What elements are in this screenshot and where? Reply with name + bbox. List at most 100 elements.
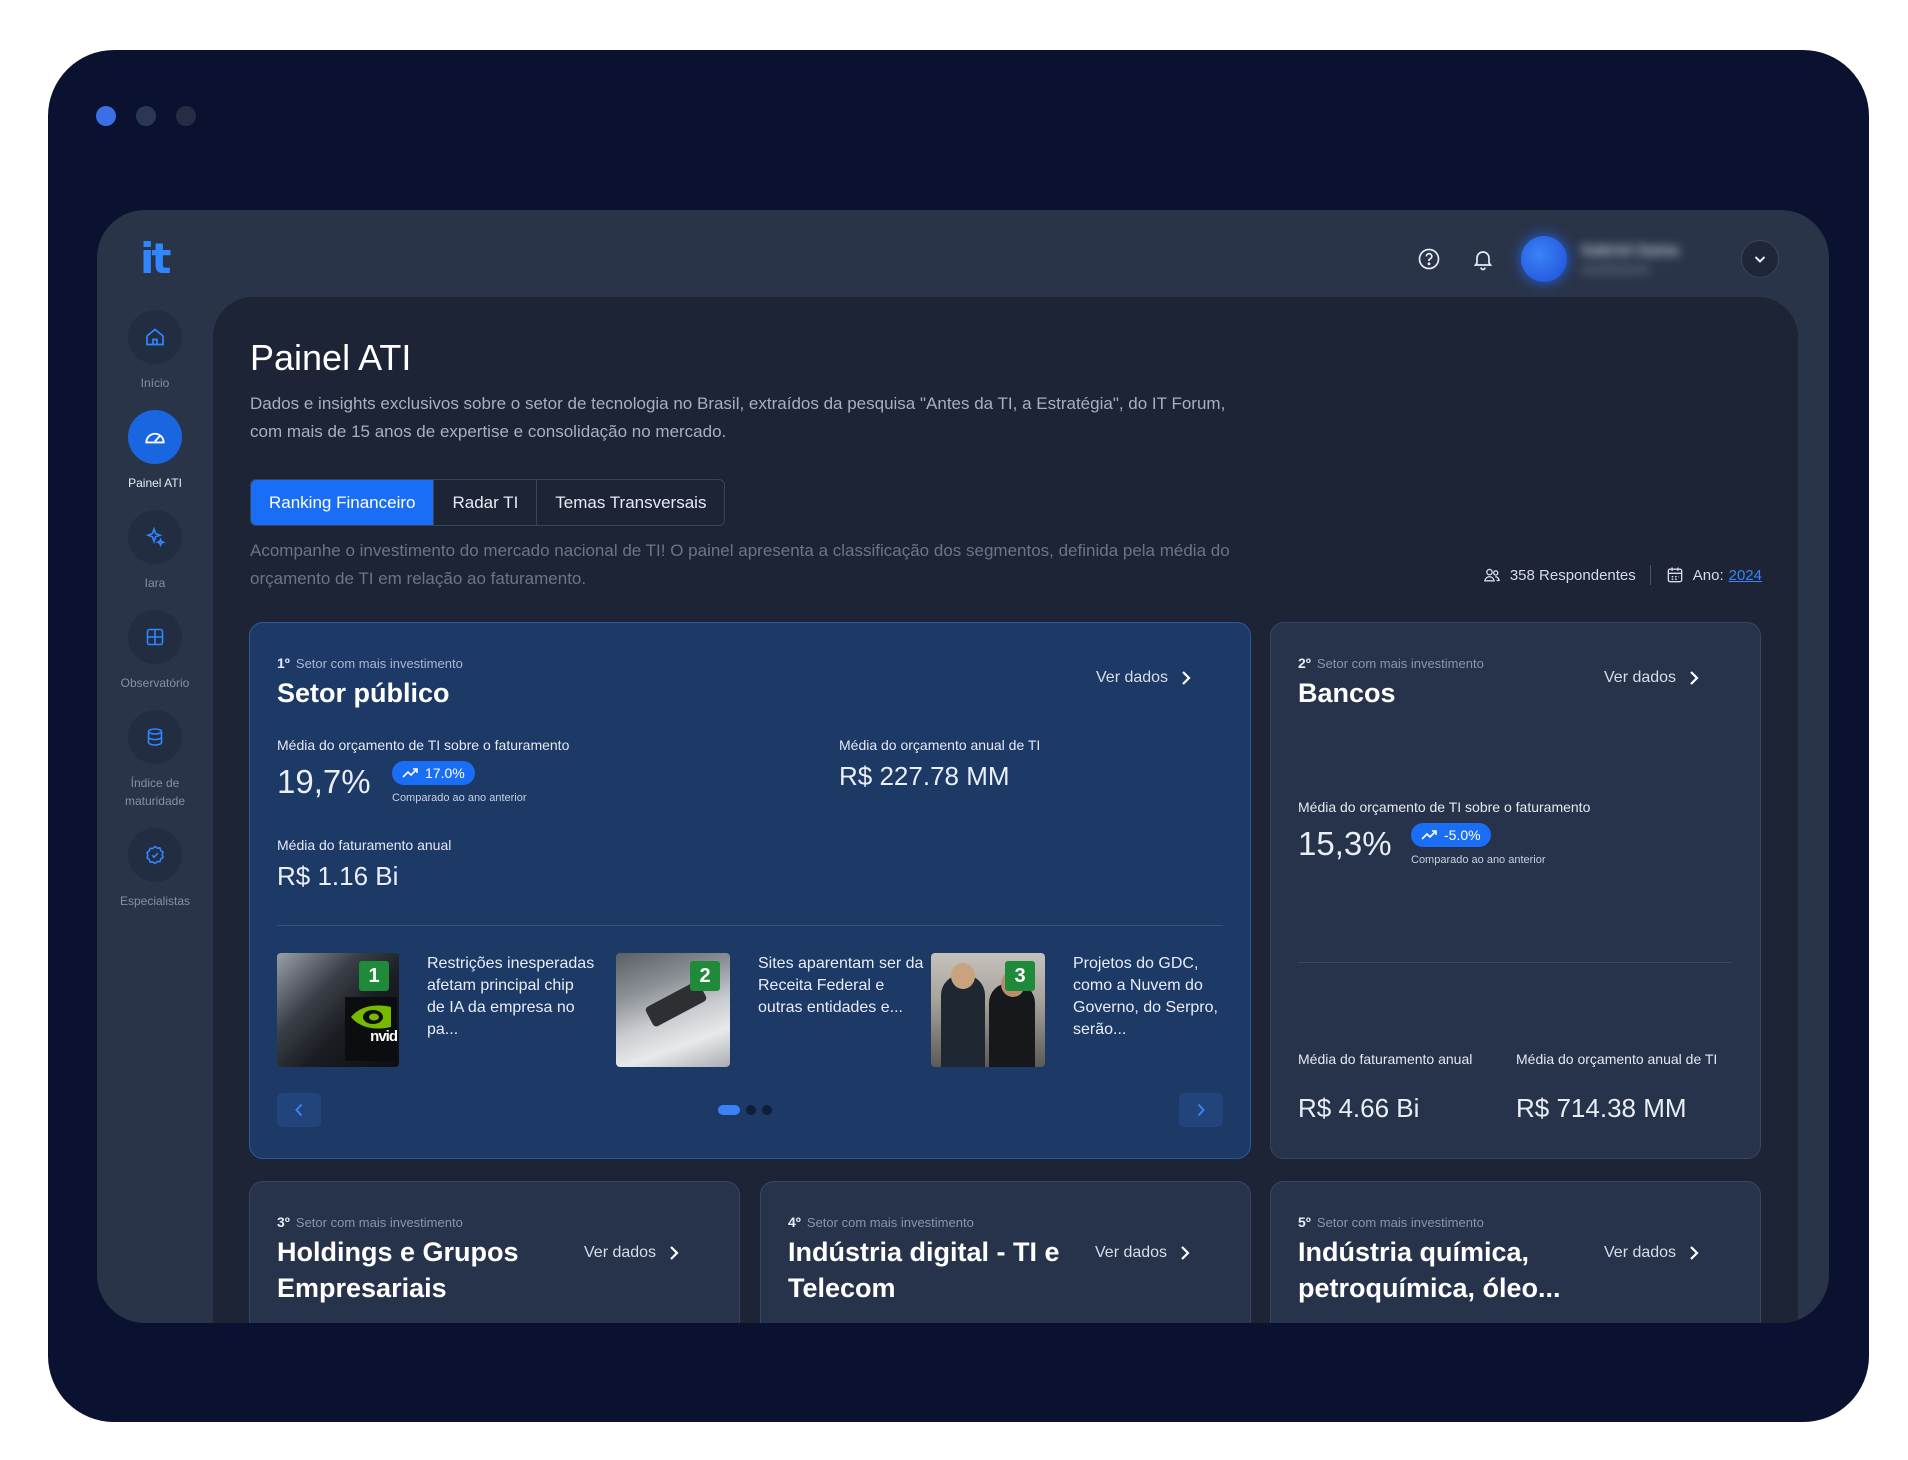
- news-item[interactable]: 2 Sites aparentam ser da Receita Federal…: [616, 953, 926, 1067]
- sector-card-2: 2º Setor com mais investimento Bancos Ver…: [1270, 622, 1761, 1159]
- chevron-right-icon: [1690, 1246, 1699, 1260]
- ver-dados-button[interactable]: Ver dados: [1604, 669, 1700, 687]
- sidebar-item-painel-ati[interactable]: Painel ATI: [97, 410, 213, 492]
- news-headline: Projetos do GDC, como a Nuvem do Governo…: [1073, 955, 1218, 1038]
- tab-radar-ti[interactable]: Radar TI: [434, 480, 538, 525]
- carousel-prev-button[interactable]: [277, 1093, 321, 1127]
- news-headline: Restrições inesperadas afetam principal …: [427, 955, 595, 1038]
- gauge-icon: [145, 432, 165, 444]
- pagination-dot[interactable]: [746, 1105, 756, 1115]
- sector-card-1: 1º Setor com mais investimento Setor públ…: [249, 622, 1251, 1159]
- sidebar-item-label: Painel ATI: [128, 476, 182, 490]
- divider: [277, 925, 1223, 926]
- sector-card-3: 3º Setor com mais investimento Holdings e…: [249, 1181, 740, 1323]
- news-headline: Sites aparentam ser da Receita Federal e…: [758, 955, 924, 1016]
- pagination-dot[interactable]: [762, 1105, 772, 1115]
- metric-label: Média do orçamento anual de TI: [1516, 1051, 1718, 1067]
- sidebar-item-label: Especialistas: [119, 894, 191, 908]
- home-icon: [146, 328, 164, 346]
- ver-dados-button[interactable]: Ver dados: [1095, 1244, 1191, 1262]
- sidebar-item-inicio[interactable]: Início: [97, 310, 213, 392]
- avatar[interactable]: [1521, 236, 1567, 282]
- divider: [1649, 565, 1651, 585]
- metric-label: Média do faturamento anual: [1298, 1051, 1473, 1067]
- tab-temas-transversais[interactable]: Temas Transversais: [537, 480, 724, 525]
- budget-value: R$ 227.78 MM: [839, 761, 1010, 791]
- sidebar-item-label: Início: [140, 376, 170, 390]
- bell-icon[interactable]: [1463, 239, 1503, 279]
- users-icon: [1483, 568, 1500, 582]
- budget-value: R$ 714.38 MM: [1516, 1093, 1687, 1123]
- tab-description: Acompanhe o investimento do mercado naci…: [250, 541, 1230, 588]
- page-title: Painel ATI: [250, 337, 412, 378]
- sector-name: Holdings e Grupos Empresariais: [277, 1237, 519, 1303]
- year-label: Ano:: [1692, 566, 1724, 584]
- chevron-right-icon: [670, 1246, 679, 1260]
- app-window: it Gabriel Gama INGREDION Início Painel …: [97, 210, 1829, 1323]
- main-panel: Painel ATI Dados e insights exclusivos s…: [213, 297, 1798, 1323]
- ratio-value: 19,7%: [277, 763, 371, 800]
- sidebar-item-indice-maturidade[interactable]: Índice de maturidade: [97, 710, 213, 810]
- window-dot: [176, 106, 196, 126]
- chevron-right-icon: [1182, 671, 1191, 685]
- sector-card-4: 4º Setor com mais investimento Indústria …: [760, 1181, 1251, 1323]
- news-rank-badge: 2: [690, 961, 720, 991]
- user-name: Gabriel Gama: [1581, 241, 1679, 259]
- sidebar-item-iara[interactable]: Iara: [97, 510, 213, 592]
- rank-label: 3º Setor com mais investimento: [277, 1214, 463, 1230]
- news-item[interactable]: 3 Projetos do GDC, como a Nuvem do Gover…: [931, 953, 1241, 1067]
- tab-ranking-financeiro[interactable]: Ranking Financeiro: [251, 480, 435, 525]
- app-logo[interactable]: it: [140, 234, 172, 283]
- sidebar-item-label: Índice de maturidade: [124, 776, 186, 808]
- metric-label: Média do orçamento de TI sobre o faturam…: [277, 737, 570, 753]
- comparison-note: Comparado ao ano anterior: [1411, 854, 1546, 866]
- year-selector-link[interactable]: 2024: [1729, 567, 1762, 584]
- rank-label: 4º Setor com mais investimento: [788, 1214, 974, 1230]
- chevron-right-icon: [1181, 1246, 1190, 1260]
- user-menu-button[interactable]: [1741, 240, 1779, 278]
- carousel-pagination: [718, 1105, 772, 1115]
- window-dot: [136, 106, 156, 126]
- calendar-icon: [1667, 567, 1683, 583]
- ver-dados-button[interactable]: Ver dados: [1604, 1244, 1700, 1262]
- pagination-dot-active[interactable]: [718, 1105, 740, 1115]
- user-info[interactable]: Gabriel Gama INGREDION: [1581, 242, 1711, 277]
- carousel-next-button[interactable]: [1179, 1093, 1223, 1127]
- tab-bar: Ranking Financeiro Radar TI Temas Transv…: [250, 479, 726, 526]
- chevron-down-icon: [1754, 256, 1766, 263]
- change-badge: 17.0%: [392, 761, 475, 785]
- news-item[interactable]: nvid 1 Restrições inesperadas afetam pri…: [277, 953, 595, 1067]
- news-thumbnail: 2: [616, 953, 730, 1067]
- respondents-count: 358 Respondentes: [1509, 566, 1636, 584]
- revenue-value: R$ 4.66 Bi: [1298, 1093, 1420, 1123]
- grid-icon: [146, 628, 164, 646]
- sidebar-item-label: Observatório: [120, 676, 190, 690]
- divider: [1298, 962, 1732, 963]
- page-description: Dados e insights exclusivos sobre o seto…: [250, 394, 1226, 441]
- news-thumbnail: nvid 1: [277, 953, 399, 1067]
- device-frame: it Gabriel Gama INGREDION Início Painel …: [48, 50, 1869, 1422]
- ver-dados-button[interactable]: Ver dados: [1096, 669, 1192, 687]
- metric-label: Média do faturamento anual: [277, 837, 452, 853]
- ratio-value: 15,3%: [1298, 825, 1392, 862]
- sidebar-item-observatorio[interactable]: Observatório: [97, 610, 213, 692]
- user-company: INGREDION: [1581, 262, 1650, 277]
- help-icon[interactable]: [1409, 239, 1449, 279]
- chevron-right-icon: [1690, 671, 1699, 685]
- revenue-value: R$ 1.16 Bi: [277, 861, 399, 891]
- ver-dados-button[interactable]: Ver dados: [584, 1244, 680, 1262]
- sidebar: Início Painel ATI Iara Observatório Índi…: [97, 310, 213, 928]
- survey-meta: 358 Respondentes Ano: 2024: [1482, 565, 1762, 585]
- news-rank-badge: 3: [1005, 961, 1035, 991]
- change-badge: -5.0%: [1411, 823, 1491, 847]
- sector-name: Bancos: [1298, 678, 1396, 708]
- news-thumbnail: 3: [931, 953, 1045, 1067]
- sector-name: Setor público: [277, 678, 450, 708]
- sidebar-item-especialistas[interactable]: Especialistas: [97, 828, 213, 910]
- rank-label: 1º Setor com mais investimento: [277, 655, 463, 671]
- rank-label: 5º Setor com mais investimento: [1298, 1214, 1484, 1230]
- sector-card-5: 5º Setor com mais investimento Indústria …: [1270, 1181, 1761, 1323]
- rank-label: 2º Setor com mais investimento: [1298, 655, 1484, 671]
- chevron-left-icon: [295, 1103, 303, 1117]
- sidebar-item-label: Iara: [144, 576, 166, 590]
